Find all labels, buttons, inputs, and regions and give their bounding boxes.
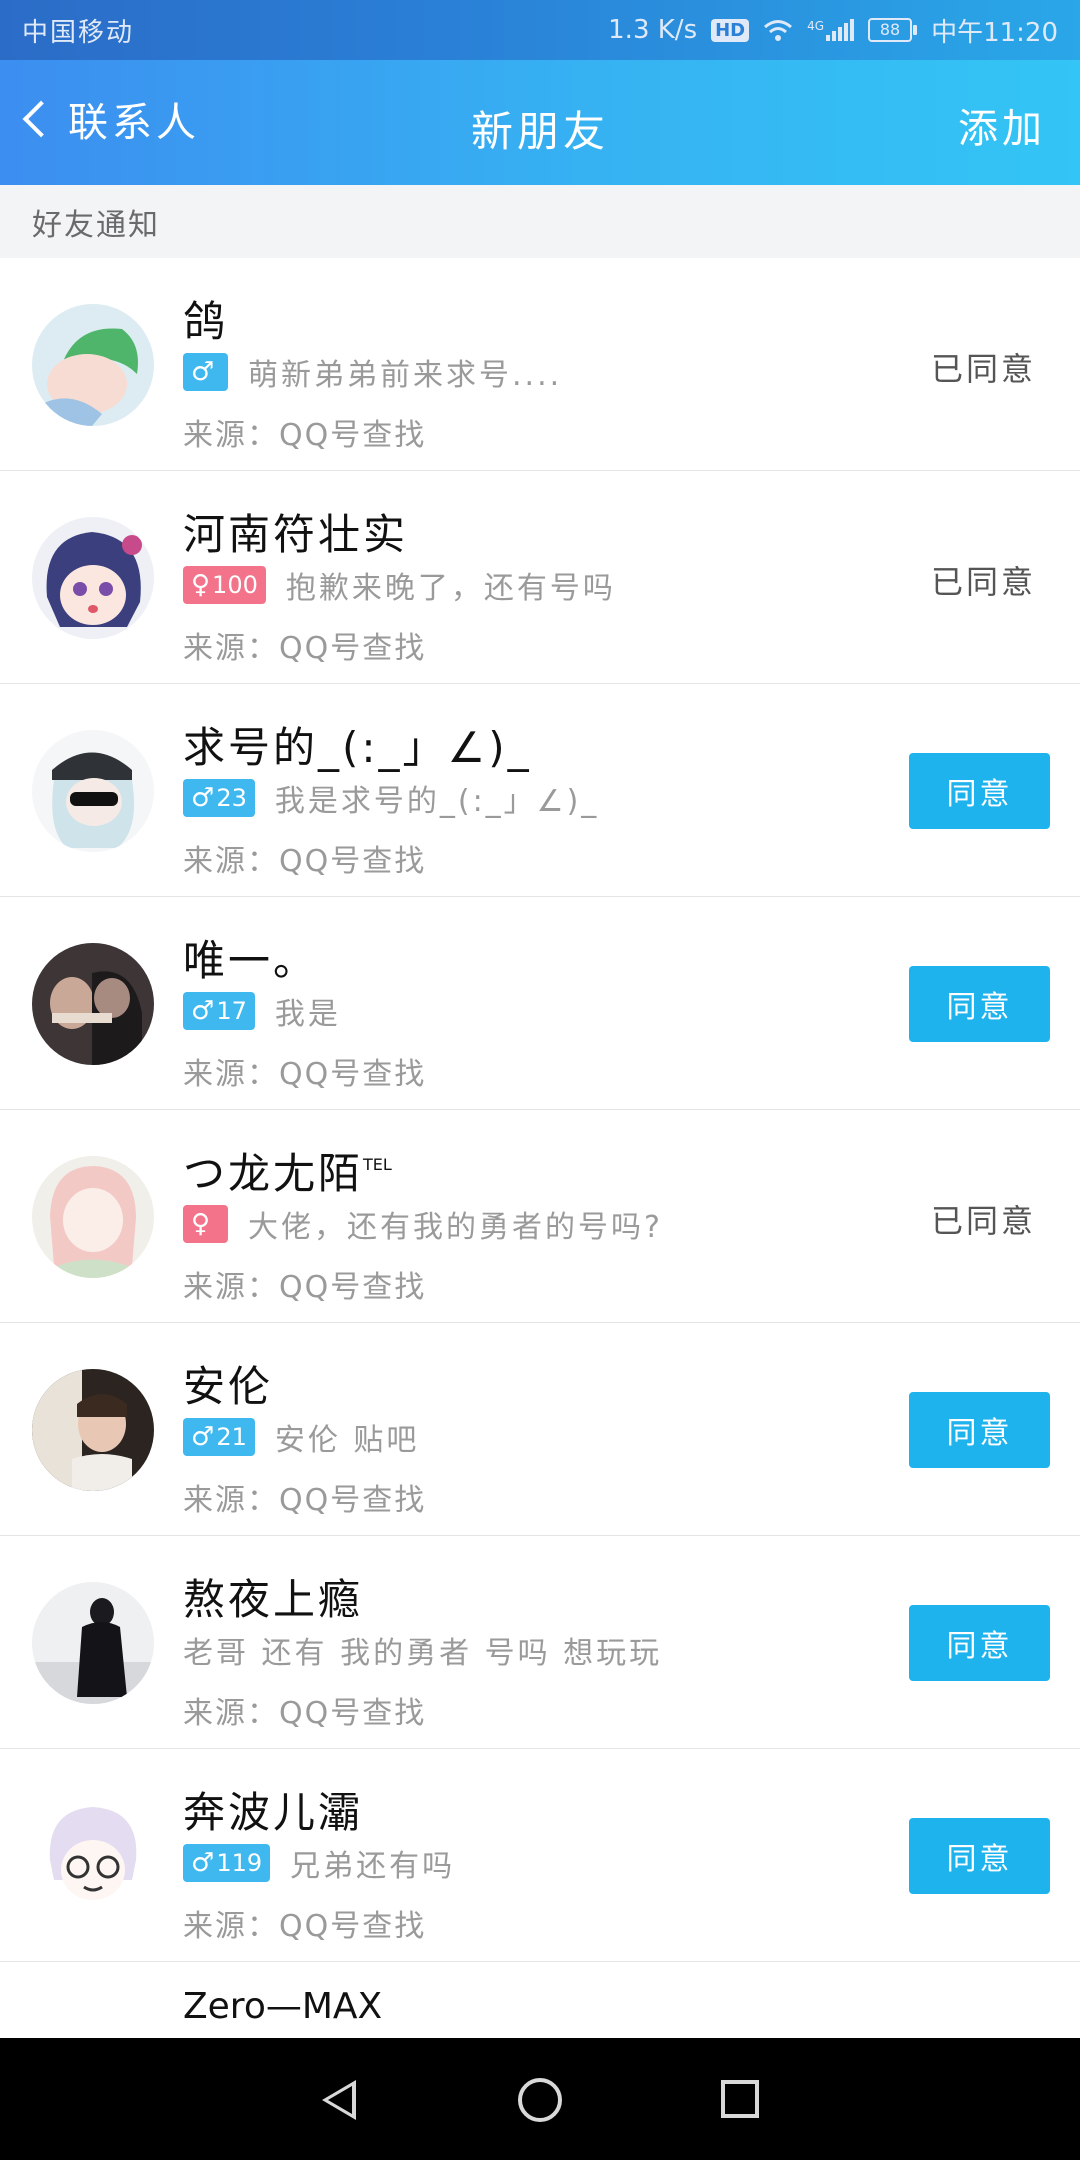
request-source: 来源：QQ号查找 bbox=[183, 1483, 427, 1518]
list-item[interactable]: 唯一。 ♂ 17 我是 来源：QQ号查找 同意 bbox=[0, 897, 1080, 1110]
message-line: ♀ 100 抱歉来晚了，还有号吗 bbox=[183, 563, 616, 607]
circle-home-icon[interactable] bbox=[518, 2078, 562, 2122]
request-message: 萌新弟弟前来求号.... bbox=[248, 358, 563, 393]
request-message: 我是 bbox=[274, 997, 341, 1032]
list-item[interactable]: 奔波儿灞 ♂ 119 兄弟还有吗 来源：QQ号查找 同意 bbox=[0, 1749, 1080, 1962]
section-title: 好友通知 bbox=[32, 207, 160, 243]
accepted-status: 已同意 bbox=[930, 563, 1036, 601]
battery-icon: 88 bbox=[868, 18, 918, 42]
agree-button[interactable]: 同意 bbox=[909, 753, 1050, 829]
male-icon: ♂ bbox=[191, 357, 215, 387]
request-message: 大佬，还有我的勇者的号吗? bbox=[248, 1210, 663, 1245]
accepted-status: 已同意 bbox=[930, 1202, 1036, 1240]
request-source: 来源：QQ号查找 bbox=[183, 844, 427, 879]
carrier-name: 中国移动 bbox=[22, 17, 135, 48]
request-source: 来源：QQ号查找 bbox=[183, 631, 427, 666]
age: 21 bbox=[216, 1423, 247, 1451]
avatar[interactable] bbox=[32, 730, 154, 852]
gender-age-badge: ♂ bbox=[183, 353, 228, 391]
age: 17 bbox=[216, 997, 247, 1025]
male-icon: ♂ bbox=[191, 1422, 215, 1452]
gender-age-badge: ♀ bbox=[183, 1205, 228, 1243]
request-message: 老哥 还有 我的勇者 号吗 想玩玩 bbox=[183, 1636, 663, 1671]
message-line: ♀ 大佬，还有我的勇者的号吗? bbox=[183, 1202, 663, 1246]
gender-age-badge: ♂ 21 bbox=[183, 1418, 255, 1456]
contact-name: 鸽 bbox=[183, 297, 229, 346]
signal-icon: 4G bbox=[807, 19, 855, 41]
age: 23 bbox=[216, 784, 247, 812]
status-icons: 1.3 K/s HD 4G 88 中午11:20 bbox=[608, 12, 1058, 49]
male-icon: ♂ bbox=[191, 783, 215, 813]
page-title: 新朋友 bbox=[470, 107, 609, 156]
avatar[interactable] bbox=[32, 1369, 154, 1491]
list-item[interactable]: 求号的_(:_」∠)_ ♂ 23 我是求号的_(:_」∠)_ 来源：QQ号查找 … bbox=[0, 684, 1080, 897]
avatar[interactable] bbox=[32, 1795, 154, 1917]
gender-age-badge: ♂ 17 bbox=[183, 992, 255, 1030]
contact-name: 安伦 bbox=[183, 1362, 274, 1411]
message-line: ♂ 萌新弟弟前来求号.... bbox=[183, 350, 562, 394]
male-icon: ♂ bbox=[191, 996, 215, 1026]
accepted-status: 已同意 bbox=[930, 350, 1036, 388]
triangle-back-icon[interactable] bbox=[322, 2080, 356, 2120]
contact-name: Zero—MAX bbox=[183, 1986, 383, 2027]
network-type: 4G bbox=[807, 19, 825, 33]
age: 100 bbox=[212, 571, 258, 599]
list-item[interactable]: 安伦 ♂ 21 安伦 贴吧 来源：QQ号查找 同意 bbox=[0, 1323, 1080, 1536]
request-message: 我是求号的_(:_」∠)_ bbox=[274, 784, 600, 819]
name-superscript: TEL bbox=[363, 1155, 392, 1174]
gender-age-badge: ♂ 23 bbox=[183, 779, 255, 817]
friend-request-list: 鸽 ♂ 萌新弟弟前来求号.... 来源：QQ号查找 已同意 河南符壮实 ♀ 10… bbox=[0, 258, 1080, 2160]
message-line: 老哥 还有 我的勇者 号吗 想玩玩 bbox=[183, 1628, 662, 1672]
list-item[interactable]: つ龙尢陌TEL ♀ 大佬，还有我的勇者的号吗? 来源：QQ号查找 已同意 bbox=[0, 1110, 1080, 1323]
agree-button[interactable]: 同意 bbox=[909, 1392, 1050, 1468]
request-source: 来源：QQ号查找 bbox=[183, 1270, 427, 1305]
avatar[interactable] bbox=[32, 943, 154, 1065]
avatar[interactable] bbox=[32, 517, 154, 639]
status-bar: 中国移动 1.3 K/s HD 4G 88 中午11:20 bbox=[0, 0, 1080, 60]
message-line: ♂ 17 我是 bbox=[183, 989, 341, 1033]
female-icon: ♀ bbox=[191, 570, 211, 600]
request-message: 兄弟还有吗 bbox=[290, 1849, 456, 1884]
message-line: ♂ 119 兄弟还有吗 bbox=[183, 1841, 455, 1885]
title-bar: 联系人 新朋友 添加 bbox=[0, 60, 1080, 185]
request-source: 来源：QQ号查找 bbox=[183, 418, 427, 453]
network-speed: 1.3 K/s bbox=[608, 15, 698, 45]
request-source: 来源：QQ号查找 bbox=[183, 1696, 427, 1731]
message-line: ♂ 23 我是求号的_(:_」∠)_ bbox=[183, 776, 599, 820]
avatar[interactable] bbox=[32, 1582, 154, 1704]
list-item[interactable]: 河南符壮实 ♀ 100 抱歉来晚了，还有号吗 来源：QQ号查找 已同意 bbox=[0, 471, 1080, 684]
avatar[interactable] bbox=[32, 1156, 154, 1278]
contact-name-text: つ龙尢陌 bbox=[183, 1149, 364, 1198]
contact-name: 唯一。 bbox=[183, 936, 319, 985]
square-recent-icon[interactable] bbox=[721, 2080, 759, 2118]
wifi-icon bbox=[764, 20, 793, 41]
female-icon: ♀ bbox=[191, 1209, 211, 1239]
request-source: 来源：QQ号查找 bbox=[183, 1909, 427, 1944]
request-message: 安伦 贴吧 bbox=[274, 1423, 420, 1458]
agree-button[interactable]: 同意 bbox=[909, 1818, 1050, 1894]
battery-level: 88 bbox=[868, 18, 913, 42]
system-nav-bar bbox=[0, 2038, 1080, 2160]
contact-name: 河南符壮实 bbox=[183, 510, 409, 559]
male-icon: ♂ bbox=[191, 1848, 215, 1878]
list-item[interactable]: 熬夜上瘾 老哥 还有 我的勇者 号吗 想玩玩 来源：QQ号查找 同意 bbox=[0, 1536, 1080, 1749]
contact-name: 奔波儿灞 bbox=[183, 1788, 364, 1837]
contact-name: 求号的_(:_」∠)_ bbox=[183, 723, 532, 772]
avatar[interactable] bbox=[32, 304, 154, 426]
message-line: ♂ 21 安伦 贴吧 bbox=[183, 1415, 419, 1459]
add-button[interactable]: 添加 bbox=[958, 96, 1046, 154]
clock: 中午11:20 bbox=[931, 17, 1058, 48]
agree-button[interactable]: 同意 bbox=[909, 1605, 1050, 1681]
request-source: 来源：QQ号查找 bbox=[183, 1057, 427, 1092]
section-header: 好友通知 bbox=[0, 185, 1080, 258]
request-message: 抱歉来晚了，还有号吗 bbox=[285, 571, 616, 606]
list-item[interactable]: 鸽 ♂ 萌新弟弟前来求号.... 来源：QQ号查找 已同意 bbox=[0, 258, 1080, 471]
contact-name: 熬夜上瘾 bbox=[183, 1575, 364, 1624]
age: 119 bbox=[216, 1849, 263, 1877]
gender-age-badge: ♀ 100 bbox=[183, 566, 266, 604]
agree-button[interactable]: 同意 bbox=[909, 966, 1050, 1042]
hd-icon: HD bbox=[711, 18, 750, 42]
gender-age-badge: ♂ 119 bbox=[183, 1844, 271, 1882]
contact-name: つ龙尢陌TEL bbox=[183, 1140, 392, 1201]
